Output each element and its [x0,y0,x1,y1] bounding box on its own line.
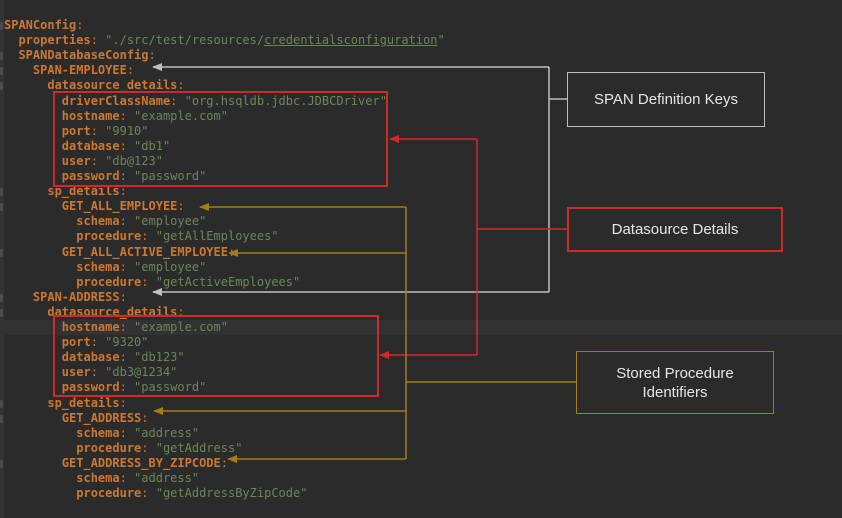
datasource-details-callout: Datasource Details [567,207,783,252]
fold-marker-icon[interactable] [0,82,3,91]
fold-marker-icon[interactable] [0,52,3,61]
stored-procedure-label-line1: Stored Procedure [616,364,734,382]
fold-marker-icon[interactable] [0,459,3,468]
fold-marker-icon[interactable] [0,248,3,257]
fold-marker-icon[interactable] [0,293,3,302]
span-definition-keys-label: SPAN Definition Keys [594,91,738,108]
datasource-connector [379,135,567,359]
stored-procedure-identifiers-callout: Stored Procedure Identifiers [576,351,774,414]
fold-marker-icon[interactable] [0,308,3,317]
stored-procedure-label-line2: Identifiers [642,383,708,401]
span-definition-keys-callout: SPAN Definition Keys [567,72,765,127]
fold-marker-icon[interactable] [0,399,3,408]
datasource-details-label: Datasource Details [611,221,739,238]
fold-marker-icon[interactable] [0,22,3,30]
fold-marker-icon[interactable] [0,188,3,197]
stored-procedure-connector [153,203,576,463]
fold-marker-icon[interactable] [0,414,3,423]
span-keys-connector [152,63,567,296]
fold-marker-icon[interactable] [0,67,3,76]
fold-marker-icon[interactable] [0,203,3,212]
